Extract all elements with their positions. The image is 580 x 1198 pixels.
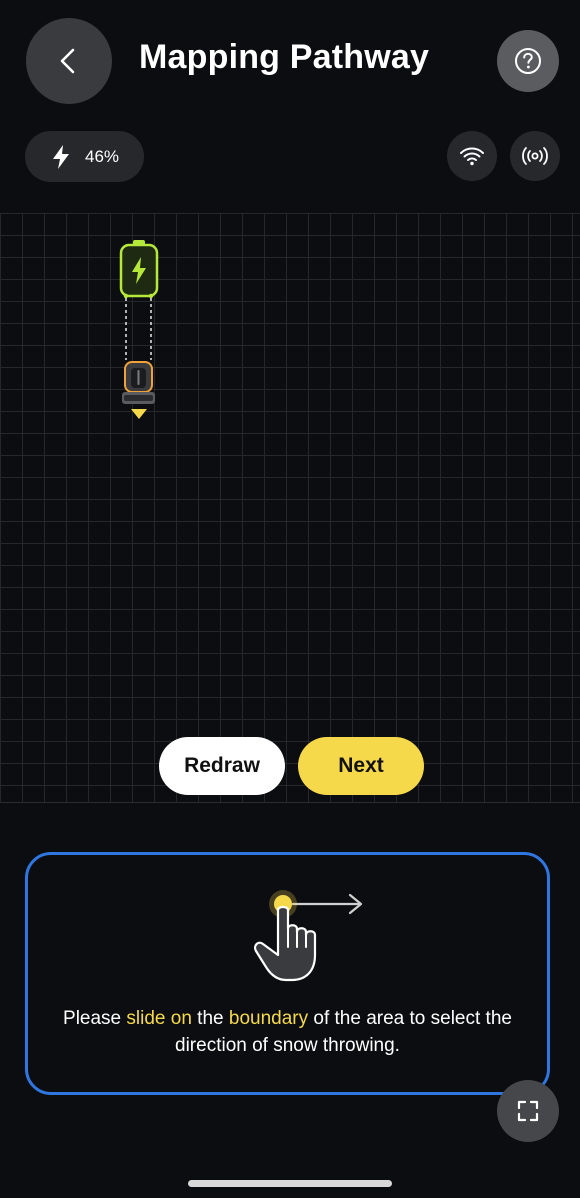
page-title: Mapping Pathway (139, 38, 430, 76)
battery-percent: 46% (85, 146, 120, 166)
help-circle-icon (515, 48, 541, 74)
redraw-button[interactable]: Redraw (159, 737, 285, 795)
wifi-button[interactable] (447, 131, 497, 181)
direction-triangle-icon (131, 409, 147, 419)
next-button[interactable]: Next (298, 737, 424, 795)
instruction-card: Please slide on the boundary of the area… (25, 852, 550, 1095)
mapping-pathway-screen: Mapping Pathway 46% Redraw Next Please s… (0, 0, 580, 1198)
chevron-left-icon (60, 48, 75, 74)
charging-station-icon (119, 240, 159, 299)
map-objects (119, 240, 159, 419)
map-grid[interactable] (0, 213, 580, 803)
snow-robot-icon (122, 361, 155, 404)
highlight-slide-on: slide on (126, 1008, 192, 1029)
broadcast-icon (522, 147, 548, 165)
instruction-text: Please slide on the boundary of the area… (63, 1008, 512, 1056)
highlight-boundary: boundary (228, 1008, 309, 1029)
fullscreen-button[interactable] (497, 1080, 559, 1142)
fullscreen-icon (517, 1100, 539, 1122)
back-button[interactable] (26, 18, 112, 104)
battery-status: 46% (25, 131, 144, 182)
wifi-icon (460, 147, 484, 166)
help-button[interactable] (497, 30, 559, 92)
hand-swipe-icon (204, 890, 363, 982)
home-indicator[interactable] (188, 1180, 392, 1187)
signal-button[interactable] (510, 131, 560, 181)
lightning-icon (53, 144, 69, 169)
